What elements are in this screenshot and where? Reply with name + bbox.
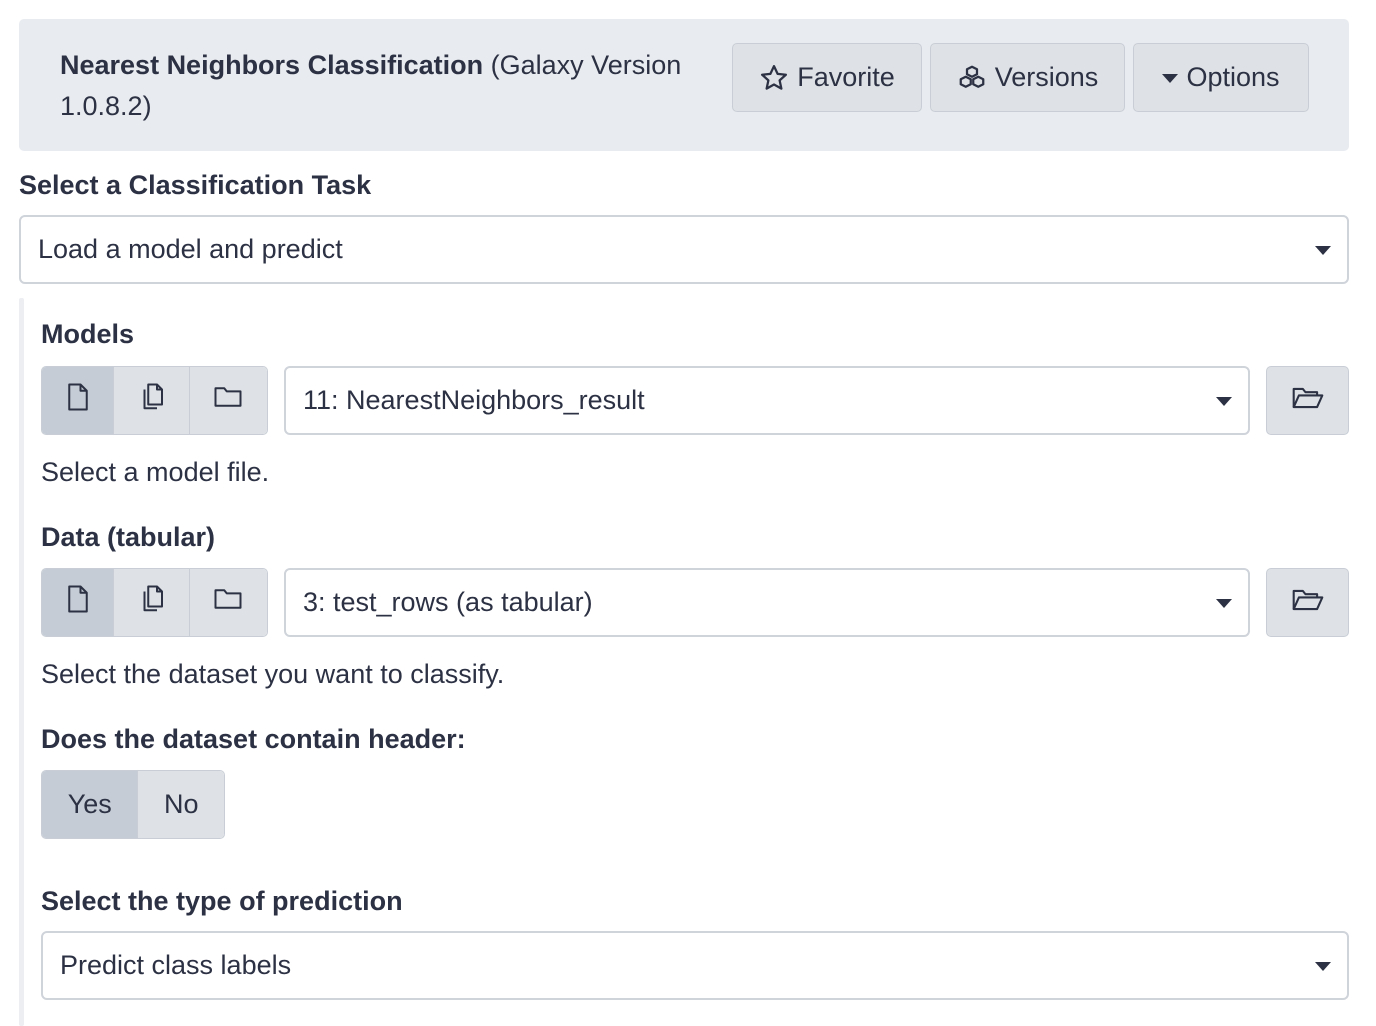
prediction-type-value: Predict class labels [60, 950, 292, 980]
models-browse-button[interactable] [1266, 366, 1349, 435]
header-option-label: Does the dataset contain header: [41, 724, 466, 754]
data-value: 3: test_rows (as tabular) [303, 587, 593, 617]
models-value: 11: NearestNeighbors_result [303, 385, 645, 415]
prediction-type-select[interactable]: Predict class labels [41, 931, 1349, 1000]
data-single-dataset-button[interactable] [42, 569, 115, 636]
folder-open-icon [1291, 385, 1325, 416]
models-multiple-datasets-button[interactable] [114, 367, 190, 434]
chevron-down-icon [1315, 245, 1331, 255]
chevron-down-icon [1216, 396, 1232, 406]
tool-title: Nearest Neighbors Classification (Galaxy… [60, 45, 740, 127]
versions-button[interactable]: Versions [930, 43, 1125, 112]
conditional-section-bar [19, 298, 24, 1026]
file-icon [65, 382, 91, 419]
options-label: Options [1186, 62, 1280, 92]
tool-header: Nearest Neighbors Classification (Galaxy… [19, 19, 1349, 151]
files-icon [139, 382, 165, 419]
folder-open-icon [1291, 587, 1325, 618]
chevron-down-icon [1315, 961, 1331, 971]
caret-down-icon [1162, 72, 1179, 84]
models-input-mode-group [41, 366, 268, 435]
classification-task-select[interactable]: Load a model and predict [19, 215, 1349, 284]
versions-label: Versions [994, 62, 1099, 92]
data-collection-button[interactable] [189, 569, 267, 636]
models-select[interactable]: 11: NearestNeighbors_result [284, 366, 1250, 435]
cubes-icon [957, 63, 987, 93]
favorite-button[interactable]: Favorite [732, 43, 922, 112]
header-yes-button[interactable]: Yes [42, 771, 139, 838]
header-option-toggle: Yes No [41, 770, 225, 839]
data-select[interactable]: 3: test_rows (as tabular) [284, 568, 1250, 637]
data-multiple-datasets-button[interactable] [114, 569, 190, 636]
data-label: Data (tabular) [41, 522, 216, 552]
folder-icon [213, 586, 243, 619]
file-icon [65, 584, 91, 621]
classification-task-value: Load a model and predict [38, 234, 343, 264]
star-icon [759, 63, 789, 93]
data-input-mode-group [41, 568, 268, 637]
options-button[interactable]: Options [1133, 43, 1309, 112]
models-single-dataset-button[interactable] [42, 367, 115, 434]
data-help-text: Select the dataset you want to classify. [41, 659, 505, 689]
folder-icon [213, 384, 243, 417]
data-browse-button[interactable] [1266, 568, 1349, 637]
models-label: Models [41, 319, 135, 349]
tool-name: Nearest Neighbors Classification [60, 50, 484, 80]
files-icon [139, 584, 165, 621]
models-collection-button[interactable] [189, 367, 267, 434]
chevron-down-icon [1216, 598, 1232, 608]
header-no-button[interactable]: No [138, 771, 224, 838]
models-help-text: Select a model file. [41, 457, 270, 487]
favorite-label: Favorite [797, 62, 895, 92]
prediction-type-label: Select the type of prediction [41, 886, 403, 916]
classification-task-label: Select a Classification Task [19, 170, 372, 200]
